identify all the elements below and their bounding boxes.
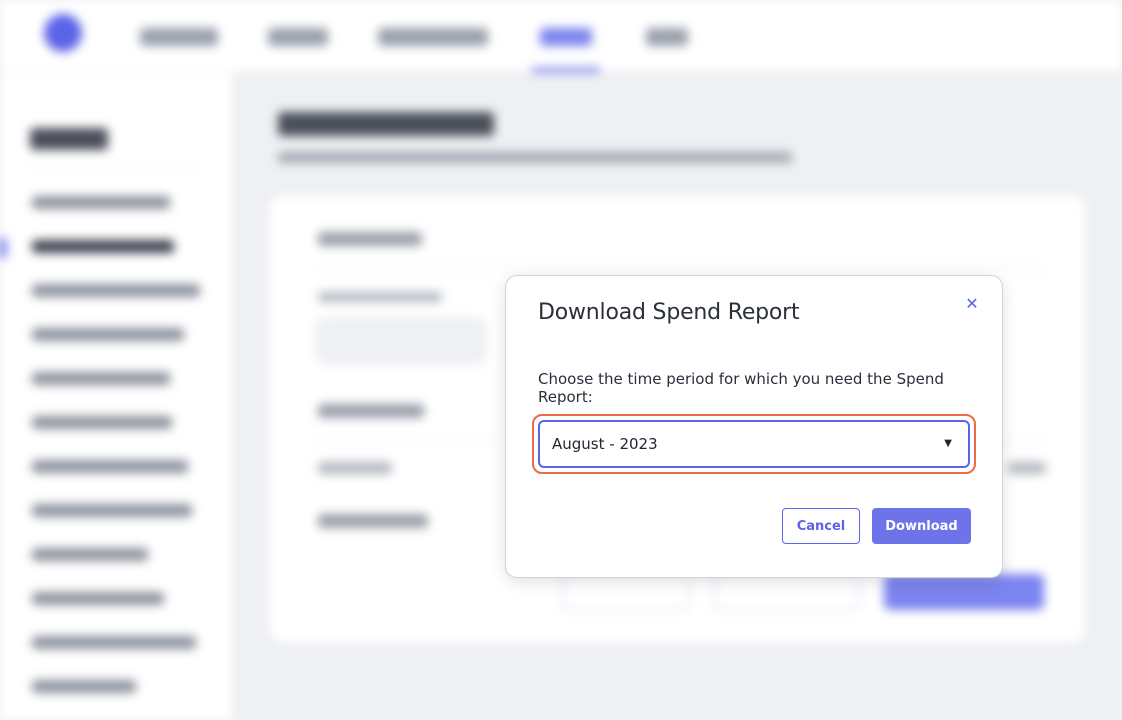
nav-item-active[interactable] [540, 28, 592, 46]
sidebar-active-marker [0, 238, 6, 258]
sidebar-item-active[interactable] [32, 240, 174, 253]
close-button[interactable]: ✕ [962, 294, 982, 314]
top-navigation-bar [0, 0, 1122, 72]
close-icon: ✕ [965, 294, 979, 313]
sidebar-item[interactable] [32, 548, 148, 561]
nav-item[interactable] [268, 28, 328, 46]
sidebar-item[interactable] [32, 680, 136, 693]
section-divider [318, 268, 1046, 269]
dialog-description: Choose the time period for which you nee… [538, 370, 944, 406]
sidebar-item[interactable] [32, 460, 188, 473]
field-label [318, 292, 442, 302]
period-select-value: August - 2023 [552, 435, 658, 453]
page-subtitle [278, 152, 792, 163]
download-spend-report-dialog: Download Spend Report ✕ Choose the time … [505, 275, 1003, 578]
sidebar-item[interactable] [32, 636, 196, 649]
field-label [318, 462, 392, 474]
nav-active-indicator [532, 68, 600, 72]
sidebar [0, 72, 232, 720]
sidebar-item[interactable] [32, 504, 192, 517]
period-select-focus-ring: August - 2023 ▼ [532, 414, 976, 474]
dialog-title: Download Spend Report [538, 300, 800, 325]
background-button[interactable] [714, 574, 860, 610]
field-value [1008, 462, 1046, 474]
section-heading [318, 232, 422, 246]
background-input[interactable] [316, 318, 486, 364]
sidebar-item[interactable] [32, 196, 170, 209]
background-button[interactable] [562, 574, 690, 610]
background-primary-button[interactable] [884, 574, 1044, 610]
sidebar-divider [30, 166, 200, 167]
period-select[interactable]: August - 2023 ▼ [538, 420, 970, 468]
field-value [318, 514, 428, 528]
sidebar-title [30, 128, 108, 150]
caret-down-icon: ▼ [944, 438, 952, 449]
nav-item[interactable] [140, 28, 218, 46]
nav-item[interactable] [646, 28, 688, 46]
sidebar-item[interactable] [32, 284, 200, 297]
sidebar-item[interactable] [32, 592, 164, 605]
logo [44, 14, 82, 52]
nav-item[interactable] [378, 28, 488, 46]
cancel-button[interactable]: Cancel [782, 508, 860, 544]
page-title [278, 112, 494, 136]
sidebar-item[interactable] [32, 328, 184, 341]
download-button[interactable]: Download [872, 508, 971, 544]
sidebar-item[interactable] [32, 416, 172, 429]
sidebar-item[interactable] [32, 372, 170, 385]
section-heading [318, 404, 424, 418]
